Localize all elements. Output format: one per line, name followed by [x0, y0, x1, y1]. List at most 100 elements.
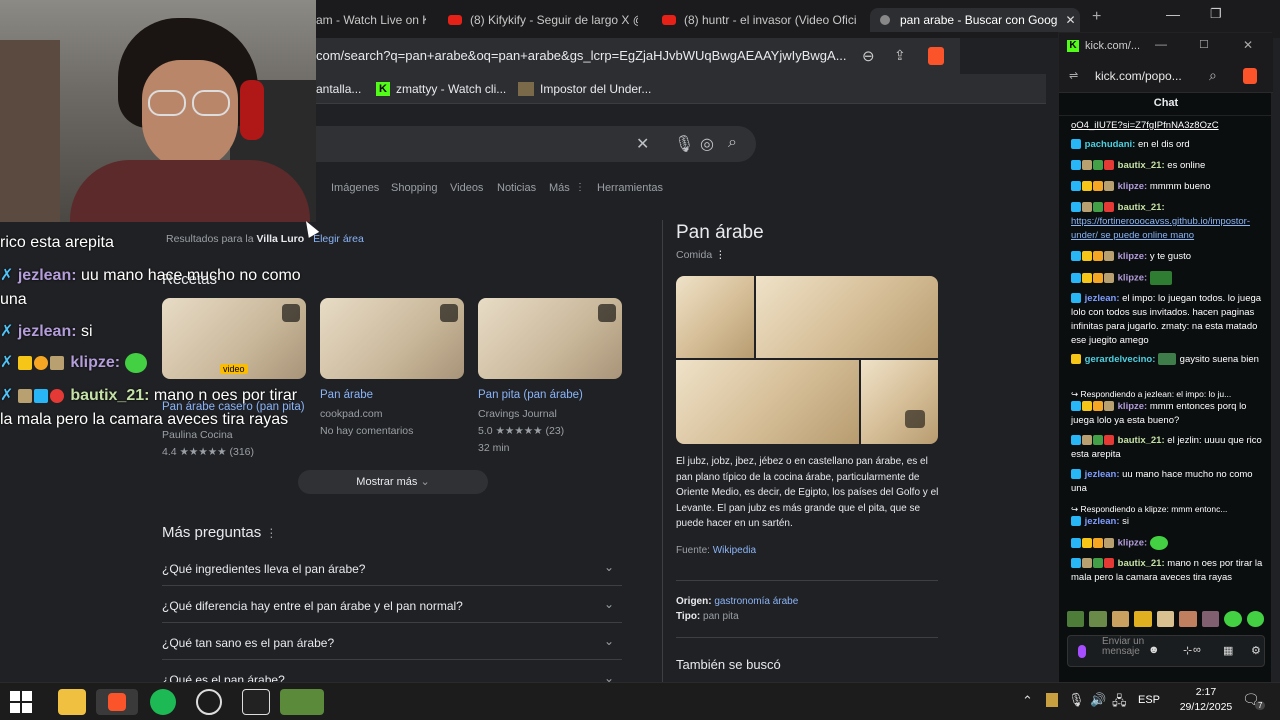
- tab-news[interactable]: Noticias: [497, 182, 536, 194]
- tab-shopping[interactable]: Shopping: [391, 182, 438, 194]
- knowledge-image[interactable]: [676, 276, 754, 358]
- emote-icon[interactable]: [1224, 611, 1242, 627]
- chat-username[interactable]: jezlean:: [1085, 293, 1120, 304]
- close-icon[interactable]: ✕: [1243, 38, 1253, 52]
- emote-picker-icon[interactable]: ☻: [1148, 644, 1160, 656]
- bookmark-icon[interactable]: [282, 304, 300, 322]
- chat-input[interactable]: Enviar un mensaje ☻: [1067, 635, 1265, 667]
- kick-url[interactable]: kick.com/popo...: [1095, 69, 1182, 83]
- tab-google-search[interactable]: pan arabe - Buscar con Goog ✕: [870, 8, 1080, 32]
- chat-username[interactable]: pachudani:: [1085, 139, 1136, 150]
- tab-more[interactable]: Más: [549, 182, 570, 194]
- search-icon[interactable]: ⌕: [1209, 67, 1217, 84]
- recipe-card[interactable]: Pan árabe cookpad.com No hay comentarios: [320, 388, 466, 438]
- start-icon[interactable]: [10, 691, 32, 713]
- bookmark-item[interactable]: Impostor del Under...: [518, 82, 651, 96]
- zoom-icon[interactable]: ⊖: [862, 47, 875, 65]
- tab-huntr[interactable]: (8) huntr - el invasor (Video Oficia: [662, 8, 856, 32]
- site-settings-icon[interactable]: ⇌: [1069, 69, 1078, 82]
- tab-tools[interactable]: Herramientas: [597, 182, 663, 194]
- question-row[interactable]: ¿Qué tan sano es el pan árabe? ⌄: [162, 624, 622, 660]
- brave-shield-icon[interactable]: [1243, 68, 1257, 84]
- restore-icon[interactable]: ❐: [1210, 6, 1222, 22]
- url-field[interactable]: com/search?q=pan+arabe&oq=pan+arabe&gs_l…: [316, 48, 846, 63]
- brave-shield-icon[interactable]: [928, 47, 944, 65]
- spotify-icon[interactable]: [150, 689, 176, 715]
- question-row[interactable]: ¿Qué es el pan árabe? ⌄: [162, 661, 622, 682]
- bookmark-icon[interactable]: [598, 304, 616, 322]
- question-row[interactable]: ¿Qué ingredientes lleva el pan árabe? ⌄: [162, 550, 622, 586]
- tab-images[interactable]: Imágenes: [331, 182, 379, 194]
- chat-username[interactable]: klipze:: [1118, 401, 1148, 412]
- infinity-icon[interactable]: ∞: [1193, 644, 1201, 656]
- show-more-button[interactable]: Mostrar más ⌄: [298, 470, 488, 494]
- chat-username[interactable]: jezlean:: [1085, 516, 1120, 527]
- brave-taskbar-button[interactable]: [96, 689, 138, 715]
- change-area-link[interactable]: Elegir área: [313, 233, 364, 245]
- origin-link[interactable]: gastronomía árabe: [714, 596, 798, 607]
- chat-username[interactable]: bautix_21:: [1118, 160, 1165, 171]
- recipe-card[interactable]: Pan pita (pan árabe) Cravings Journal 5.…: [478, 388, 624, 455]
- wikipedia-link[interactable]: Wikipedia: [713, 545, 756, 556]
- recipe-image[interactable]: [320, 298, 464, 379]
- recipe-card[interactable]: Pan árabe casero (pan pita) Paulina Coci…: [162, 400, 308, 459]
- tray-app-icon[interactable]: [1046, 693, 1058, 707]
- microphone-icon[interactable]: 🎙: [674, 134, 694, 154]
- recipe-title[interactable]: Pan pita (pan árabe): [478, 388, 624, 402]
- chat-link[interactable]: oO4_iIU7E?si=Z7fgIPfnNA3z8OzC: [1071, 119, 1266, 133]
- search-icon[interactable]: ⌕: [728, 134, 737, 152]
- recipe-image[interactable]: [478, 298, 622, 379]
- language-indicator[interactable]: ESP: [1138, 694, 1160, 706]
- maximize-icon[interactable]: ☐: [1199, 38, 1209, 51]
- calendar-icon[interactable]: ▦: [1223, 644, 1233, 657]
- emote-icon[interactable]: [1179, 611, 1197, 627]
- chevron-up-icon[interactable]: ⌃: [1022, 693, 1033, 709]
- chat-username[interactable]: bautix_21:: [1118, 202, 1165, 213]
- close-tab-icon[interactable]: ✕: [1065, 13, 1075, 27]
- knowledge-image[interactable]: [676, 360, 859, 444]
- microphone-icon[interactable]: 🎙: [1068, 692, 1085, 708]
- knowledge-image[interactable]: [756, 276, 938, 358]
- bookmark-icon[interactable]: [440, 304, 458, 322]
- minimize-icon[interactable]: —: [1155, 37, 1167, 51]
- tab-kifykify[interactable]: (8) Kifykify - Seguir de largo X @R: [448, 8, 638, 32]
- chat-text[interactable]: https://fortinerooocavss.github.io/impos…: [1071, 216, 1250, 241]
- new-tab-icon[interactable]: +: [1092, 8, 1101, 26]
- minecraft-icon[interactable]: [280, 689, 324, 715]
- knowledge-image[interactable]: [861, 360, 938, 444]
- chat-username[interactable]: bautix_21:: [1118, 558, 1165, 569]
- chat-username[interactable]: jezlean:: [1085, 469, 1120, 480]
- recipe-image[interactable]: video: [162, 298, 306, 379]
- chat-username[interactable]: klipze:: [1118, 538, 1148, 549]
- emote-icon[interactable]: [1111, 611, 1130, 627]
- tab-videos[interactable]: Videos: [450, 182, 483, 194]
- emote-icon[interactable]: [1246, 611, 1264, 627]
- emote-icon[interactable]: [1156, 611, 1175, 627]
- gear-icon[interactable]: ⚙: [1251, 644, 1261, 657]
- share-icon[interactable]: ⇪: [894, 47, 906, 64]
- gift-icon[interactable]: ⊹: [1183, 644, 1192, 657]
- network-icon[interactable]: 🖧: [1112, 692, 1127, 714]
- bookmark-item[interactable]: Kzmattyy - Watch cli...: [376, 82, 506, 96]
- chat-username[interactable]: klipze:: [1118, 273, 1148, 284]
- epic-games-icon[interactable]: [242, 689, 270, 715]
- emote-icon[interactable]: [1134, 611, 1152, 627]
- clock[interactable]: 2:17 29/12/2025: [1176, 685, 1236, 715]
- gallery-icon[interactable]: [905, 410, 925, 428]
- chat-username[interactable]: klipze:: [1118, 181, 1148, 192]
- emote-icon[interactable]: [1067, 611, 1085, 627]
- minimize-icon[interactable]: —: [1166, 6, 1180, 22]
- question-row[interactable]: ¿Qué diferencia hay entre el pan árabe y…: [162, 587, 622, 623]
- clear-icon[interactable]: ✕: [636, 134, 649, 154]
- chat-username[interactable]: gerardelvecino:: [1085, 354, 1156, 365]
- obs-icon[interactable]: [196, 689, 222, 715]
- chat-username[interactable]: klipze:: [1118, 251, 1148, 262]
- lens-icon[interactable]: ◎: [700, 134, 714, 154]
- volume-icon[interactable]: 🔊: [1090, 692, 1106, 708]
- bookmark-item[interactable]: antalla...: [316, 82, 361, 96]
- tab-kick-watch[interactable]: am - Watch Live on K: [316, 8, 426, 32]
- recipe-title[interactable]: Pan árabe: [320, 388, 466, 402]
- chat-username[interactable]: bautix_21:: [1118, 435, 1165, 446]
- emote-icon[interactable]: [1089, 611, 1107, 627]
- emote-icon[interactable]: [1201, 611, 1220, 627]
